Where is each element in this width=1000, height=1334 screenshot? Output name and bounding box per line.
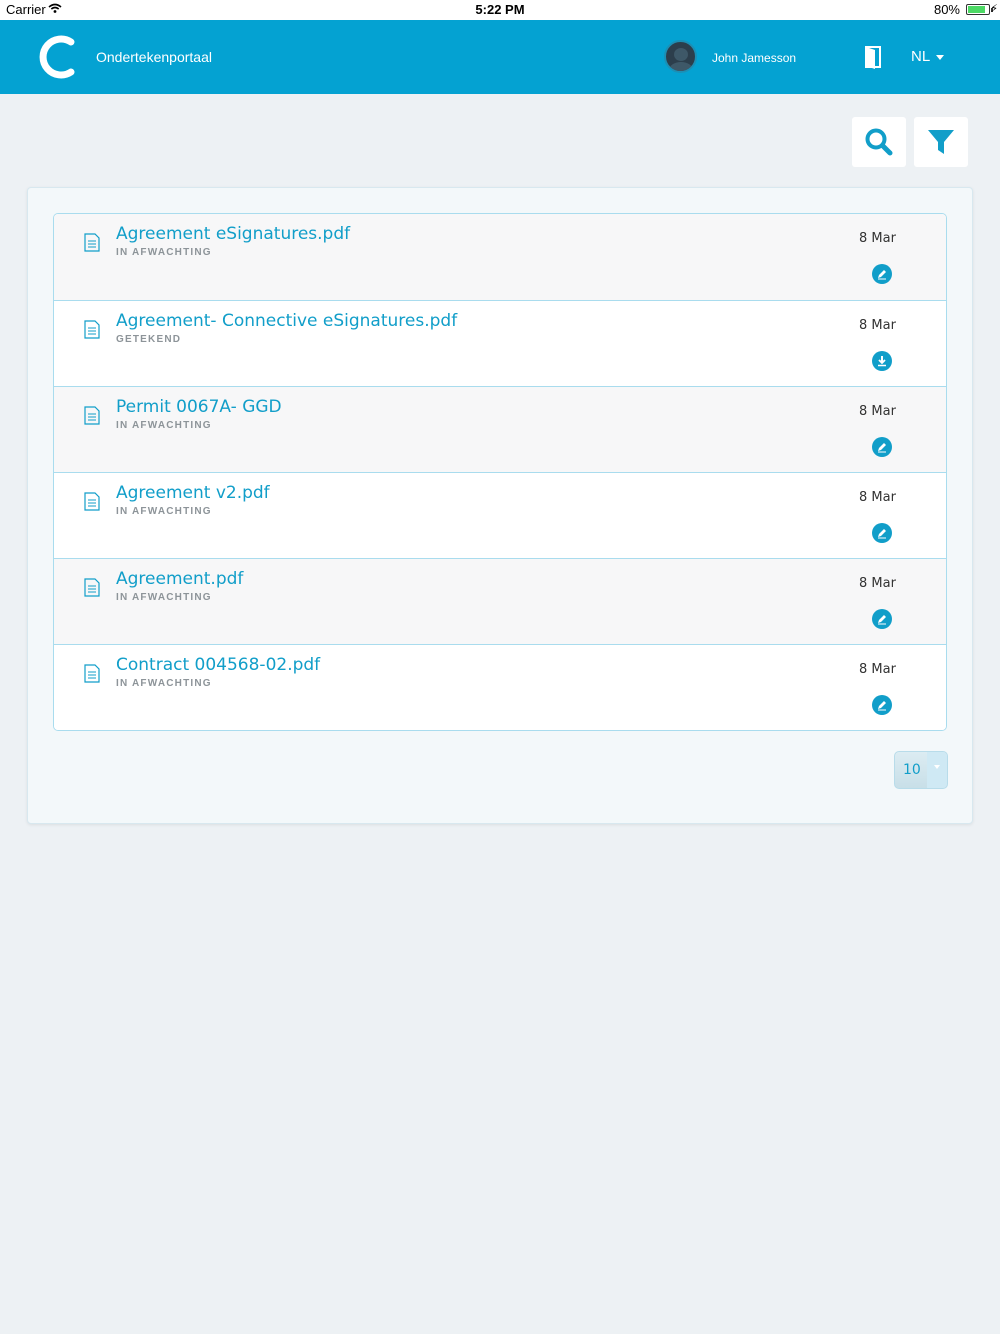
document-date: 8 Mar xyxy=(859,576,896,591)
list-item[interactable]: Contract 004568-02.pdf IN AFWACHTING 8 M… xyxy=(54,644,946,730)
document-date: 8 Mar xyxy=(859,231,896,246)
document-status: IN AFWACHTING xyxy=(116,592,212,603)
document-status: IN AFWACHTING xyxy=(116,420,212,431)
document-date: 8 Mar xyxy=(859,662,896,677)
language-selector[interactable]: NL xyxy=(911,48,945,65)
documents-card: Agreement eSignatures.pdf IN AFWACHTING … xyxy=(27,187,973,824)
document-list: Agreement eSignatures.pdf IN AFWACHTING … xyxy=(53,213,947,731)
battery-percentage: 80% xyxy=(933,2,960,17)
portal-title: Ondertekenportaal xyxy=(96,49,212,65)
search-button[interactable] xyxy=(852,117,906,167)
document-title[interactable]: Permit 0067A- GGD xyxy=(116,397,282,417)
list-item[interactable]: Permit 0067A- GGD IN AFWACHTING 8 Mar xyxy=(54,386,946,472)
list-item[interactable]: Agreement v2.pdf IN AFWACHTING 8 Mar xyxy=(54,472,946,558)
document-title[interactable]: Agreement.pdf xyxy=(116,569,243,589)
language-label: NL xyxy=(911,48,931,65)
search-icon xyxy=(865,128,893,156)
battery-icon xyxy=(966,4,993,15)
document-date: 8 Mar xyxy=(859,490,896,505)
sign-icon[interactable] xyxy=(872,437,892,457)
document-title[interactable]: Agreement eSignatures.pdf xyxy=(116,224,350,244)
document-title[interactable]: Agreement v2.pdf xyxy=(116,483,270,503)
filter-button[interactable] xyxy=(914,117,968,167)
document-icon xyxy=(84,233,100,252)
connective-logo-icon[interactable] xyxy=(38,34,78,80)
document-title[interactable]: Agreement- Connective eSignatures.pdf xyxy=(116,311,457,331)
document-status: IN AFWACHTING xyxy=(116,678,212,689)
document-date: 8 Mar xyxy=(859,404,896,419)
sign-icon[interactable] xyxy=(872,523,892,543)
page-size-value: 10 xyxy=(903,762,921,778)
document-icon xyxy=(84,320,100,339)
logout-icon[interactable] xyxy=(862,44,884,70)
user-name[interactable]: John Jamesson xyxy=(712,51,796,65)
chevron-down-icon xyxy=(934,765,940,769)
page-size-select[interactable]: 10 xyxy=(894,751,948,789)
list-item[interactable]: Agreement.pdf IN AFWACHTING 8 Mar xyxy=(54,558,946,644)
avatar[interactable] xyxy=(664,40,697,73)
list-item[interactable]: Agreement eSignatures.pdf IN AFWACHTING … xyxy=(54,214,946,300)
caret-down-icon xyxy=(936,54,945,60)
document-icon xyxy=(84,664,100,683)
status-time: 5:22 PM xyxy=(475,2,525,17)
document-icon xyxy=(84,406,100,425)
list-item[interactable]: Agreement- Connective eSignatures.pdf GE… xyxy=(54,300,946,386)
document-icon xyxy=(84,492,100,511)
document-title[interactable]: Contract 004568-02.pdf xyxy=(116,655,320,675)
app-header: Ondertekenportaal John Jamesson NL xyxy=(0,20,1000,94)
charging-icon: ⚡ xyxy=(990,3,998,15)
document-status: IN AFWACHTING xyxy=(116,506,212,517)
document-status: IN AFWACHTING xyxy=(116,247,212,258)
document-icon xyxy=(84,578,100,597)
dropdown-toggle[interactable] xyxy=(927,752,947,788)
sign-icon[interactable] xyxy=(872,264,892,284)
status-bar: Carrier 5:22 PM 80% ⚡ xyxy=(0,0,1000,20)
download-icon[interactable] xyxy=(872,351,892,371)
document-date: 8 Mar xyxy=(859,318,896,333)
sign-icon[interactable] xyxy=(872,695,892,715)
sign-icon[interactable] xyxy=(872,609,892,629)
document-status: GETEKEND xyxy=(116,334,182,345)
filter-icon xyxy=(928,130,954,154)
